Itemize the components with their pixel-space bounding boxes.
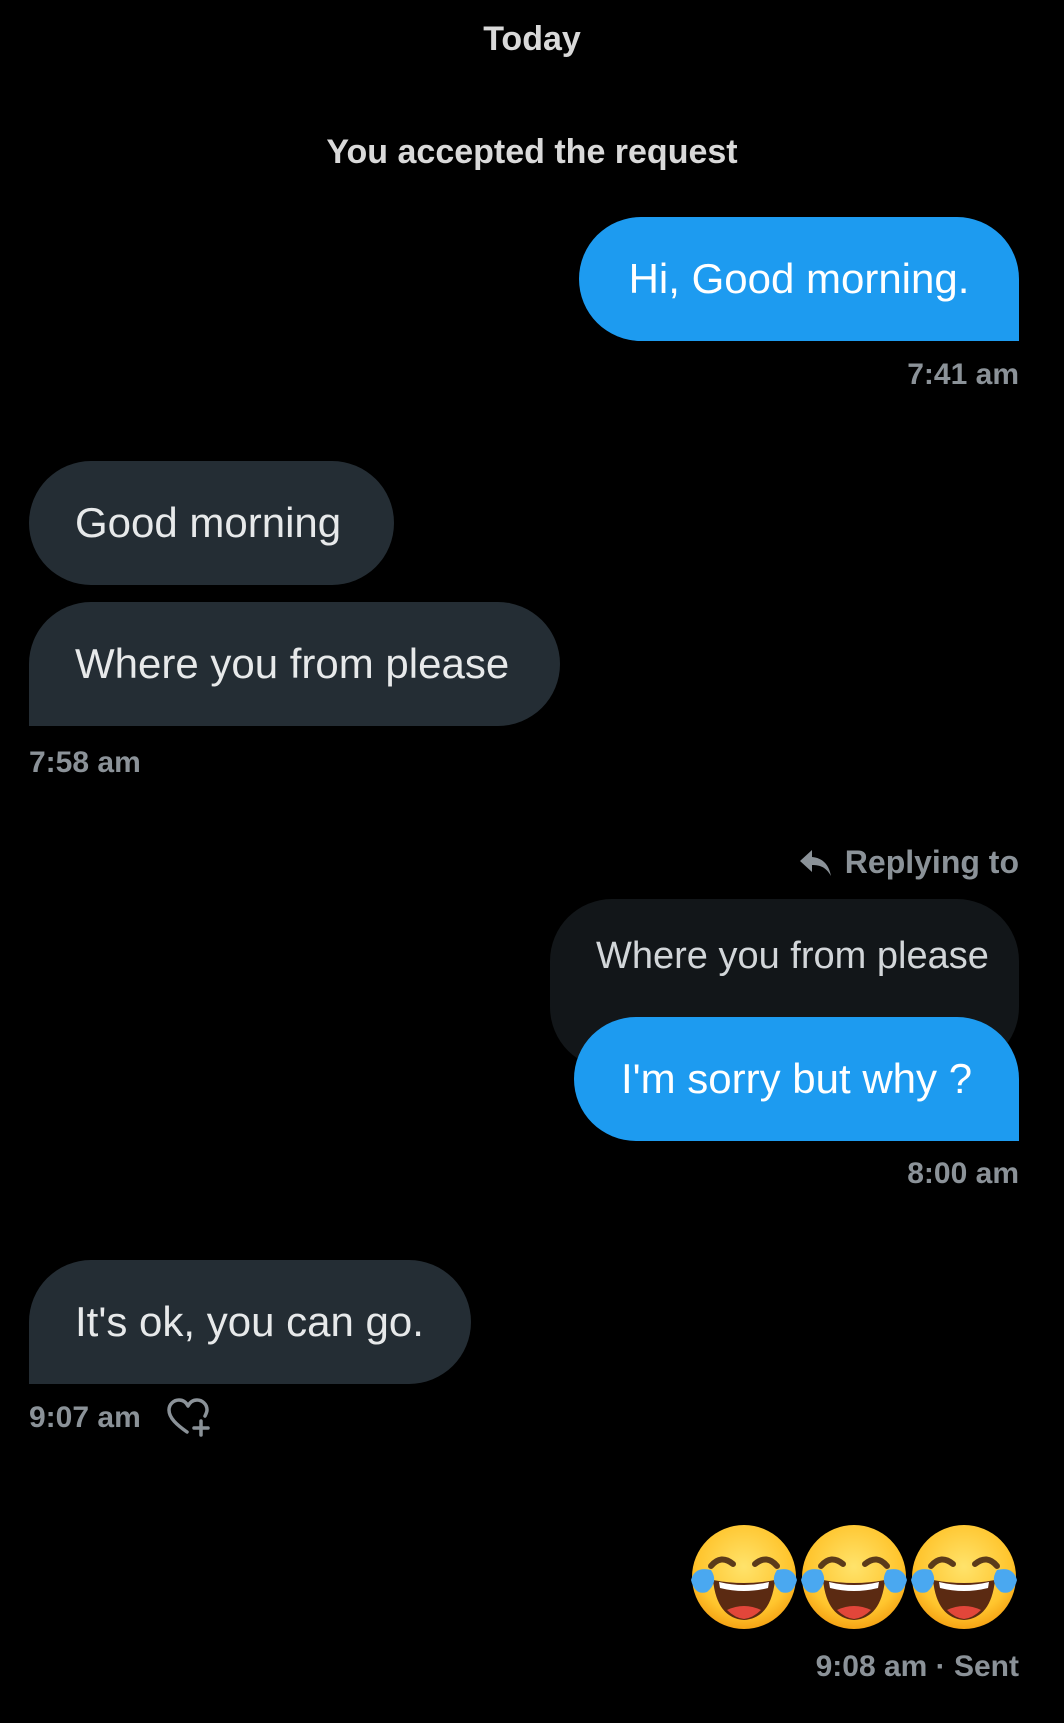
message-timestamp: 9:07 am (29, 1401, 141, 1434)
message-bubble-incoming[interactable]: Good morning (29, 461, 394, 585)
message-timestamp: 8:00 am (907, 1157, 1019, 1190)
quoted-message-text: Where you from please (596, 935, 989, 977)
message-timestamp: 7:58 am (29, 746, 141, 779)
emoji-message[interactable] (689, 1522, 1019, 1632)
message-timestamp: 7:41 am (907, 358, 1019, 391)
face-with-tears-of-joy-icon (909, 1522, 1019, 1632)
message-bubble-outgoing[interactable]: I'm sorry but why ? (574, 1017, 1019, 1141)
replying-to-indicator: Replying to (799, 844, 1019, 881)
request-accepted-note: You accepted the request (326, 133, 738, 171)
reply-arrow-icon (799, 848, 833, 878)
replying-to-label: Replying to (844, 844, 1019, 880)
day-separator: Today (483, 20, 581, 58)
message-bubble-incoming[interactable]: It's ok, you can go. (29, 1260, 471, 1384)
message-bubble-outgoing[interactable]: Hi, Good morning. (579, 217, 1019, 341)
heart-plus-icon[interactable] (165, 1398, 213, 1438)
face-with-tears-of-joy-icon (689, 1522, 799, 1632)
message-bubble-incoming[interactable]: Where you from please (29, 602, 560, 726)
face-with-tears-of-joy-icon (799, 1522, 909, 1632)
message-timestamp-sent: 9:08 am · Sent (815, 1650, 1019, 1683)
